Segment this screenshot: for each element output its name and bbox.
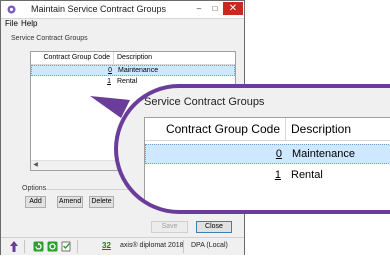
column-header-code[interactable]: Contract Group Code (31, 52, 114, 64)
refresh-green-icon[interactable] (33, 241, 44, 254)
close-button[interactable]: Close (196, 221, 232, 233)
zoom-row-code: 1 (274, 169, 281, 181)
menu-bar: File Help (1, 18, 244, 30)
zoom-list-header: Contract Group Code Description (145, 118, 390, 141)
minimize-button[interactable]: – (191, 2, 207, 15)
zoom-column-header-description: Description (291, 122, 352, 136)
close-window-button[interactable]: ✕ (223, 2, 243, 15)
zoom-row-code: 0 (275, 148, 282, 160)
zoom-list: Contract Group Code Description 0 Mainte… (144, 117, 390, 214)
status-environment: DPA (Local) (191, 242, 228, 249)
app-gear-icon (6, 4, 17, 17)
chevron-left-icon[interactable]: ◀ (31, 161, 40, 170)
options-label: Options (22, 185, 47, 192)
zoom-table-row: 0 Maintenance (145, 144, 390, 164)
menu-file[interactable]: File (5, 19, 18, 28)
delete-button[interactable]: Delete (89, 196, 114, 208)
status-product: axis® diplomat 2018 (120, 242, 184, 249)
save-button[interactable]: Save (151, 221, 188, 233)
status-separator (24, 240, 25, 253)
status-separator (77, 240, 78, 253)
row-code[interactable]: 0 (32, 66, 112, 76)
row-code[interactable]: 1 (31, 77, 111, 87)
zoom-group-label: Service Contract Groups (144, 96, 265, 108)
zoom-content: Service Contract Groups Contract Group C… (114, 84, 390, 214)
zoom-table-row: 1 Rental (145, 166, 390, 186)
table-row[interactable]: 0 Maintenance (31, 65, 235, 76)
amend-button[interactable]: Amend (57, 196, 83, 208)
maximize-button[interactable]: □ (207, 2, 223, 15)
status-count[interactable]: 32 (102, 241, 111, 250)
sync-icon[interactable] (47, 241, 58, 254)
window-title: Maintain Service Contract Groups (31, 4, 167, 14)
zoom-column-header-code: Contract Group Code (145, 118, 286, 140)
column-header-description[interactable]: Description (117, 52, 152, 64)
row-description: Maintenance (118, 67, 159, 74)
zoom-row-description: Rental (291, 169, 323, 181)
zoom-row-description: Maintenance (292, 148, 355, 160)
status-separator (183, 240, 184, 253)
checklist-icon[interactable] (61, 241, 72, 254)
zoom-callout: Service Contract Groups Contract Group C… (114, 84, 390, 214)
service-contract-groups-label: Service Contract Groups (11, 35, 88, 42)
title-bar: Maintain Service Contract Groups – □ ✕ (1, 1, 244, 19)
status-bar: 32 axis® diplomat 2018 DPA (Local) (1, 237, 244, 255)
menu-help[interactable]: Help (21, 19, 37, 28)
list-header: Contract Group Code Description (31, 52, 235, 65)
home-arrow-icon[interactable] (9, 240, 19, 255)
add-button[interactable]: Add (25, 196, 46, 208)
